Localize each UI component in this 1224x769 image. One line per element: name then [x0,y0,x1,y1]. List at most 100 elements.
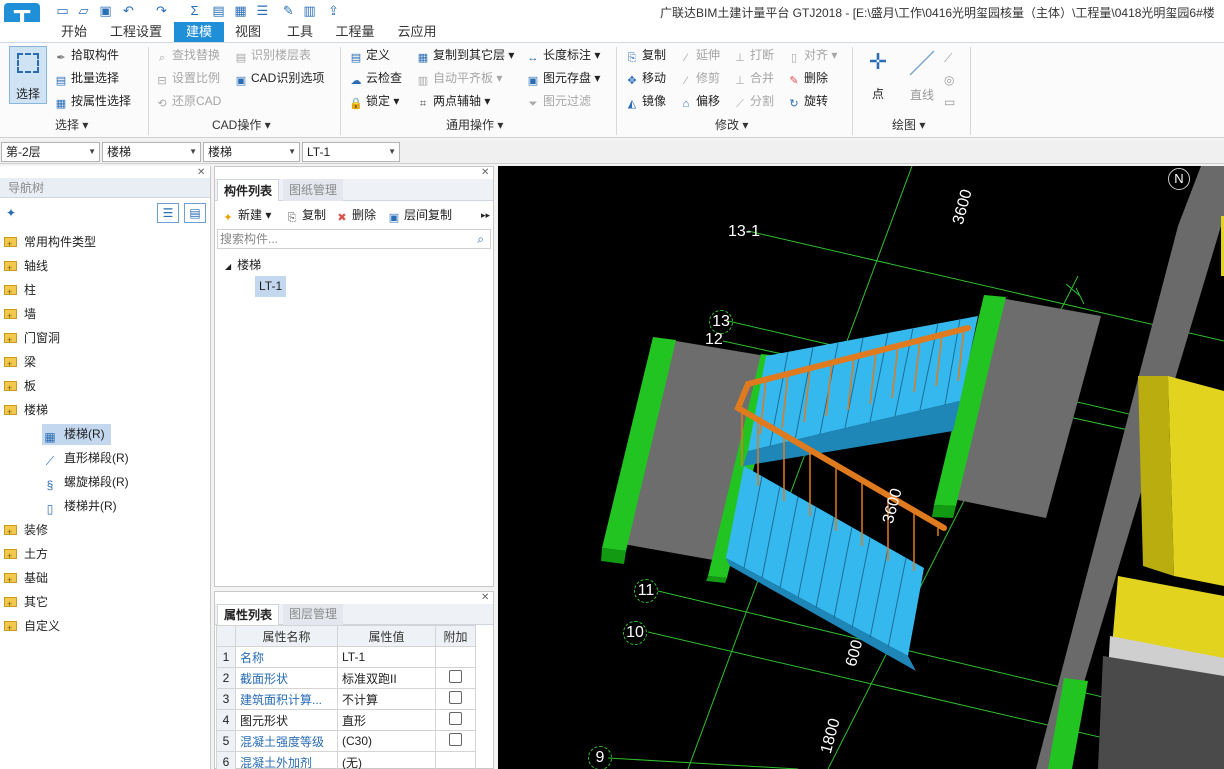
mirror-button[interactable]: ◭ 镜像 [625,91,666,111]
merge-button[interactable]: ⊥ 合并 [733,68,774,88]
component-lt1[interactable]: LT-1 [255,276,287,297]
batch-select-button[interactable]: ▤ 批量选择 [54,68,119,88]
cloud-check-button[interactable]: ☁ 云检查 [349,68,403,88]
nav-item-earthwork[interactable]: 土方 [4,544,48,566]
group-modify-label[interactable]: 修改 ▾ [715,116,748,133]
tab-project-settings[interactable]: 工程设置 [106,22,166,42]
copy-button[interactable]: ⎘ 复制 [625,45,666,65]
two-point-axis-button[interactable]: ⌗ 两点辅轴 ▾ [416,91,490,111]
nav-subitem-spiral-flight[interactable]: § 螺旋梯段(R) [42,472,135,493]
select-by-property-button[interactable]: ▦ 按属性选择 [54,91,131,111]
attach-checkbox[interactable] [449,712,462,725]
open-folder-icon[interactable]: ▱ [75,2,92,19]
save-icon[interactable]: ▣ [97,2,114,19]
table-row[interactable]: 5 混凝土强度等级 (C30) [216,730,476,752]
property-value[interactable]: (C30) [337,730,436,752]
element-filter-button[interactable]: ⏷ 图元过滤 [526,91,591,111]
cad-identify-options-button[interactable]: ▣ CAD识别选项 [234,68,325,88]
nav-item-custom[interactable]: 自定义 [4,616,60,638]
delete-button[interactable]: ✎ 删除 [787,68,828,88]
type-select[interactable]: 楼梯 ▼ [203,142,300,162]
compass-north-icon[interactable]: N [1168,168,1190,190]
nav-item-beam[interactable]: 梁 [4,352,36,374]
trim-button[interactable]: ⁄ 修剪 [679,68,720,88]
group-common-label[interactable]: 通用操作 ▾ [446,116,503,133]
add-sparkle-icon[interactable]: ✦ [6,206,16,220]
lock-button[interactable]: 🔒 锁定 ▾ [349,91,399,111]
list-view-icon[interactable]: ☰ [157,203,179,223]
tab-drawing-management[interactable]: 图纸管理 [283,179,344,201]
nav-item-axis[interactable]: 轴线 [4,256,48,278]
save-element-button[interactable]: ▣ 图元存盘 ▾ [526,68,601,88]
rotate-button[interactable]: ↻ 旋转 [787,91,828,111]
nav-item-slab[interactable]: 板 [4,376,36,398]
nav-item-other[interactable]: 其它 [4,592,48,614]
copy-to-other-floor-button[interactable]: ▦ 复制到其它层 ▾ [416,45,515,65]
property-value[interactable]: (无) [337,751,436,769]
category-select[interactable]: 楼梯 ▼ [102,142,201,162]
tab-cloud-apps[interactable]: 云应用 [392,22,442,42]
nav-item-stairs[interactable]: 楼梯 [4,400,48,422]
pencil-icon[interactable]: ✎ [280,2,297,19]
restore-cad-button[interactable]: ⟲ 还原CAD [155,91,221,111]
group-draw-label[interactable]: 绘图 ▾ [892,116,925,133]
delete-component-button[interactable]: ✖ 删除 [335,205,376,225]
identify-floor-table-button[interactable]: ▤ 识别楼层表 [234,45,311,65]
nav-item-wall[interactable]: 墙 [4,304,36,326]
copy-component-button[interactable]: ⎘ 复制 [285,205,326,225]
tab-component-list[interactable]: 构件列表 [217,179,280,201]
pick-component-button[interactable]: ✒ 拾取构件 [54,45,119,65]
move-button[interactable]: ✥ 移动 [625,68,666,88]
close-icon[interactable]: ✕ [481,167,489,178]
property-value[interactable]: 不计算 [337,688,436,710]
align-button[interactable]: ▯ 对齐 ▾ [787,45,837,65]
property-value[interactable]: 直形 [337,709,436,731]
panel-view-icon[interactable]: ▤ [184,203,206,223]
tab-property-list[interactable]: 属性列表 [217,604,280,625]
nav-item-common[interactable]: 常用构件类型 [4,232,96,254]
property-value[interactable]: LT-1 [337,646,436,668]
cloud-upload-icon[interactable]: ⇪ [325,2,342,19]
nav-subitem-stairwell[interactable]: ▯ 楼梯井(R) [42,496,123,517]
attach-checkbox[interactable] [449,670,462,683]
table-row[interactable]: 3 建筑面积计算... 不计算 [216,688,476,710]
component-select[interactable]: LT-1 ▼ [302,142,400,162]
new-file-icon[interactable]: ▭ [54,2,71,19]
sum-icon[interactable]: Σ [186,2,203,19]
table-row[interactable]: 6 混凝土外加剂 (无) [216,751,476,769]
define-button[interactable]: ▤ 定义 [349,45,390,65]
group-cad-label[interactable]: CAD操作 ▾ [212,116,271,133]
copy-between-floors-button[interactable]: ▣ 层间复制 [387,205,452,225]
tree-root-stairs[interactable]: ◢ 楼梯 [225,255,261,277]
extend-button[interactable]: ⁄ 延伸 [679,45,720,65]
group-select-label[interactable]: 选择 ▾ [55,116,88,133]
calc-icon[interactable]: ▤ [210,2,227,19]
close-icon[interactable]: ✕ [197,167,205,178]
nav-item-foundation[interactable]: 基础 [4,568,48,590]
draw-shape-icons[interactable]: ⟋ ◎ ▭ [944,47,955,113]
undo-icon[interactable]: ↶ [120,2,137,19]
table-row[interactable]: 4 图元形状 直形 [216,709,476,731]
checklist-icon[interactable]: ☰ [254,2,271,19]
table-row[interactable]: 1 名称 LT-1 [216,646,476,668]
attach-checkbox[interactable] [449,733,462,746]
tab-layer-management[interactable]: 图层管理 [283,604,344,625]
break-button[interactable]: ⊥ 打断 [733,45,774,65]
component-search-input[interactable]: 搜索构件... ⌕ [217,229,491,249]
tab-quantities[interactable]: 工程量 [330,22,380,42]
floor-select[interactable]: 第-2层 ▼ [1,142,100,162]
redo-icon[interactable]: ↷ [153,2,170,19]
nav-subitem-stair[interactable]: ▦ 楼梯(R) [42,424,111,445]
split-button[interactable]: ⟋ 分割 [733,91,774,111]
line-draw-button[interactable]: 直线 [902,49,942,102]
tab-tools[interactable]: 工具 [280,22,320,42]
offset-button[interactable]: ⌂ 偏移 [679,91,720,111]
nav-item-column[interactable]: 柱 [4,280,36,302]
stair-model-canvas[interactable] [498,166,1224,769]
attach-checkbox[interactable] [449,691,462,704]
3d-viewport[interactable]: N 13-1 13 12 11 10 9 3600 3600 600 1800 [498,166,1224,769]
grid-icon[interactable]: ▥ [301,2,318,19]
point-draw-button[interactable]: ✛ 点 [860,49,896,101]
length-dimension-button[interactable]: ↔ 长度标注 ▾ [526,45,601,65]
property-value[interactable]: 标准双跑II [337,667,436,689]
